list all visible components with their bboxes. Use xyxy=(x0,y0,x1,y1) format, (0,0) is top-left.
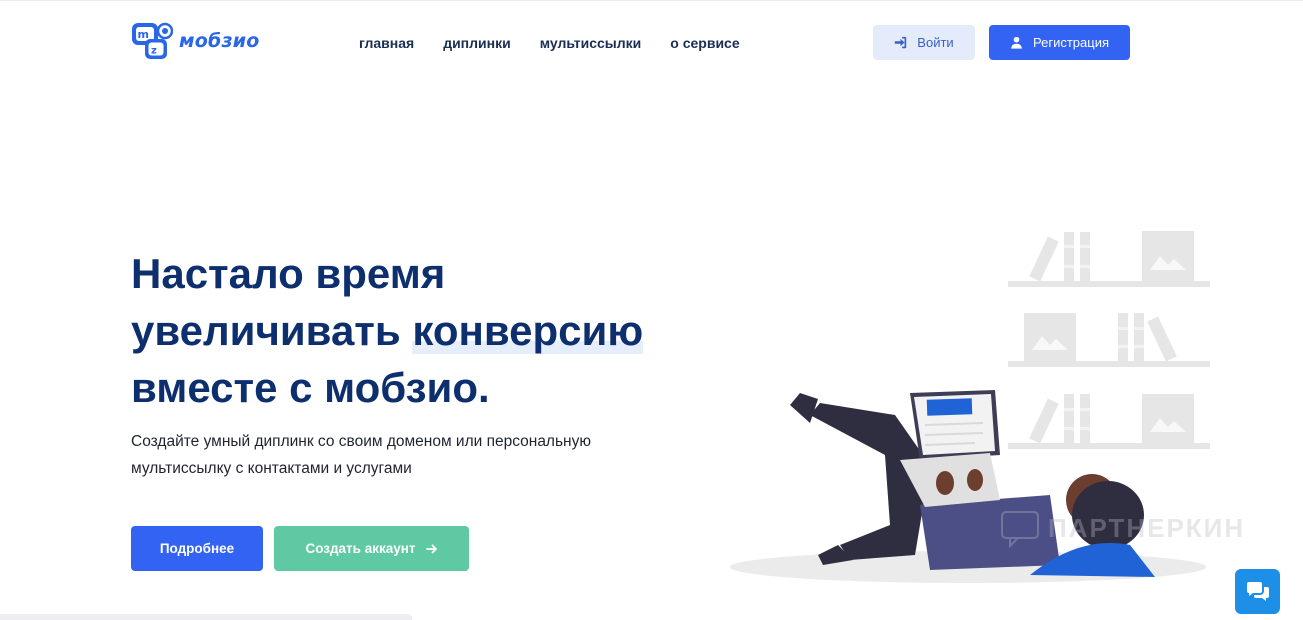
user-icon xyxy=(1011,36,1022,49)
svg-text:z: z xyxy=(151,46,157,57)
hero-title-highlight: конверсию xyxy=(412,307,644,354)
watermark: ПАРТНЕРКИН xyxy=(1000,508,1245,548)
hero-title-line2: увеличивать xyxy=(131,307,413,354)
nav-item-about[interactable]: о сервисе xyxy=(670,35,739,51)
chat-button[interactable] xyxy=(1235,569,1280,614)
hero-title-line1: Настало время xyxy=(131,250,446,297)
create-account-button[interactable]: Создать аккаунт xyxy=(274,526,469,571)
watermark-logo-icon xyxy=(1001,511,1039,548)
watermark-text: ПАРТНЕРКИН xyxy=(1048,512,1246,543)
login-button[interactable]: Войти xyxy=(873,25,975,60)
hero-title: Настало время увеличивать конверсию вмес… xyxy=(131,245,691,416)
logo[interactable]: m z мобзио xyxy=(131,21,259,61)
nav-item-deeplinks[interactable]: диплинки xyxy=(443,35,511,51)
hero-subtitle: Создайте умный диплинк со своим доменом … xyxy=(131,433,591,477)
nav-item-multilinks[interactable]: мультиссылки xyxy=(540,35,642,51)
shelves xyxy=(1008,231,1210,449)
main-nav: главная диплинки мультиссылки о сервисе xyxy=(359,35,740,51)
create-account-label: Создать аккаунт xyxy=(305,541,416,556)
bottom-scroll-bar xyxy=(0,614,412,620)
svg-text:m: m xyxy=(138,28,149,41)
more-button[interactable]: Подробнее xyxy=(131,526,263,571)
register-label: Регистрация xyxy=(1033,35,1109,50)
top-border xyxy=(0,0,1303,1)
chat-bubbles-icon xyxy=(1246,581,1269,601)
logo-text: мобзио xyxy=(179,30,260,52)
logo-mark-icon: m z xyxy=(132,22,173,59)
arrow-right-icon xyxy=(425,544,437,553)
nav-item-home[interactable]: главная xyxy=(359,35,414,51)
register-button[interactable]: Регистрация xyxy=(989,25,1130,60)
hero-title-line3: вместе с мобзио. xyxy=(131,364,490,411)
sign-in-icon xyxy=(895,36,907,49)
login-label: Войти xyxy=(917,35,954,50)
